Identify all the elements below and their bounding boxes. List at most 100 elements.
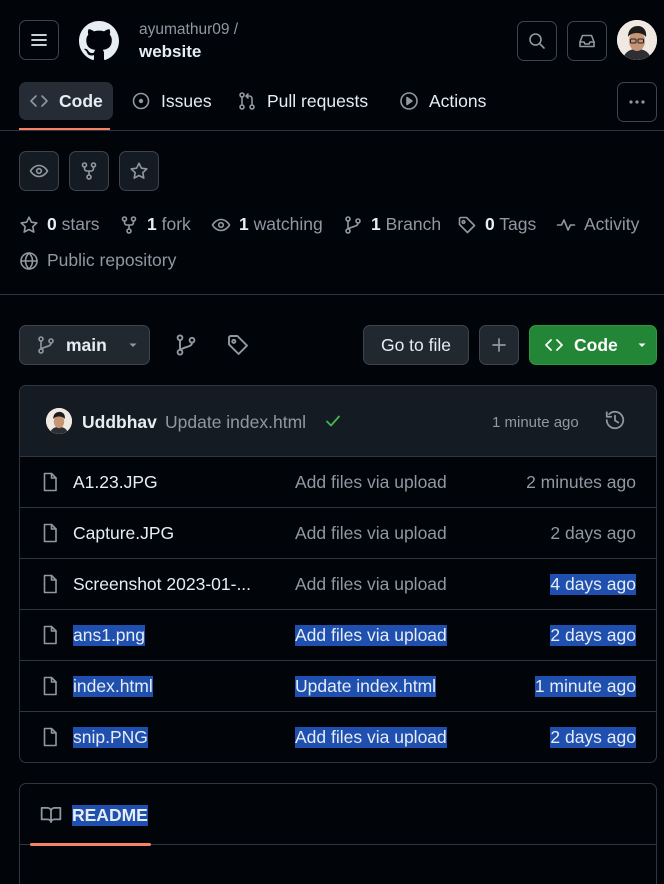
tab-pull-requests-label: Pull requests <box>267 90 369 111</box>
check-icon[interactable] <box>324 412 342 430</box>
fork-icon <box>81 162 97 180</box>
stars-stat[interactable]: 0 stars <box>19 214 100 235</box>
file-name[interactable]: snip.PNG <box>73 727 148 748</box>
file-name[interactable]: Screenshot 2023-01-... <box>73 574 251 595</box>
file-commit-time[interactable]: 4 days ago <box>550 574 636 595</box>
file-commit-message[interactable]: Add files via upload <box>295 472 447 493</box>
repo-header: ayumathur09 / website Code Issues Pull r… <box>0 0 664 131</box>
tags-link[interactable] <box>226 333 250 357</box>
file-commit-message[interactable]: Update index.html <box>295 676 437 697</box>
code-dropdown-button[interactable]: Code <box>529 325 657 365</box>
file-row[interactable]: Capture.JPG Add files via upload 2 days ag… <box>20 508 656 559</box>
forks-stat[interactable]: 1 fork <box>119 214 191 235</box>
file-commit-time[interactable]: 1 minute ago <box>534 676 636 697</box>
branch-select-button[interactable]: main <box>19 325 150 365</box>
file-name[interactable]: A1.23.JPG <box>73 472 158 493</box>
file-commit-message[interactable]: Add files via upload <box>295 625 447 646</box>
book-icon <box>40 806 62 824</box>
readme-tab-label: README <box>72 804 148 826</box>
stars-count: 0 <box>47 214 57 234</box>
history-button[interactable] <box>604 409 626 431</box>
github-logo-icon[interactable] <box>79 21 119 61</box>
history-icon <box>605 410 625 430</box>
file-commit-message[interactable]: Add files via upload <box>295 727 447 748</box>
activity-link[interactable]: Activity <box>556 214 639 235</box>
menu-button[interactable] <box>19 20 59 60</box>
chevron-down-icon <box>129 343 137 347</box>
section-divider <box>0 294 664 295</box>
hamburger-icon <box>31 34 47 46</box>
commit-message[interactable]: Update index.html <box>165 412 306 433</box>
commit-author[interactable]: Uddbhav <box>82 412 157 433</box>
fork-button[interactable] <box>69 151 109 191</box>
file-row[interactable]: index.html Update index.html 1 minute ago <box>20 661 656 712</box>
file-row[interactable]: ans1.png Add files via upload 2 days ago <box>20 610 656 661</box>
tag-icon <box>228 335 248 355</box>
go-to-file-button[interactable]: Go to file <box>363 325 469 365</box>
repo-owner-link[interactable]: ayumathur09 / <box>139 21 238 39</box>
file-commit-time[interactable]: 2 days ago <box>550 727 636 748</box>
branch-count: 1 <box>371 214 381 234</box>
file-name[interactable]: index.html <box>73 676 153 697</box>
repo-nav-tabs: Code Issues Pull requests Actions <box>0 82 664 130</box>
chevron-down-icon <box>638 343 646 347</box>
tab-pull-requests[interactable]: Pull requests <box>227 82 378 120</box>
readme-tab-underline <box>30 843 151 846</box>
file-icon <box>40 574 60 594</box>
forks-count: 1 <box>147 214 157 234</box>
branch-icon <box>38 336 54 354</box>
tab-issues-label: Issues <box>161 90 212 111</box>
tab-code[interactable]: Code <box>19 82 113 120</box>
pull-request-icon <box>239 92 255 110</box>
file-row[interactable]: A1.23.JPG Add files via upload 2 minutes a… <box>20 457 656 508</box>
file-row[interactable]: Screenshot 2023-01-... Add files via uplo… <box>20 559 656 610</box>
code-icon <box>30 95 48 107</box>
file-commit-time[interactable]: 2 days ago <box>550 625 636 646</box>
branches-stat[interactable]: 1 Branch <box>343 214 441 235</box>
branch-label: Branch <box>385 214 442 234</box>
inbox-icon <box>579 34 595 48</box>
file-icon <box>40 727 60 747</box>
stars-label: stars <box>61 214 100 234</box>
visibility-stat: Public repository <box>19 250 176 271</box>
readme-tab[interactable]: README <box>40 804 148 826</box>
search-button[interactable] <box>517 21 557 61</box>
file-icon <box>40 676 60 696</box>
branches-link[interactable] <box>174 333 198 357</box>
file-commit-time[interactable]: 2 minutes ago <box>526 472 636 493</box>
file-name[interactable]: Capture.JPG <box>73 523 174 544</box>
issue-icon <box>132 92 150 110</box>
code-icon <box>545 339 563 351</box>
tag-icon <box>458 216 476 233</box>
file-commit-message[interactable]: Add files via upload <box>295 574 447 595</box>
repo-name-link[interactable]: website <box>139 42 201 62</box>
forks-label: fork <box>161 214 191 234</box>
file-icon <box>40 523 60 543</box>
watch-button[interactable] <box>19 151 59 191</box>
file-commit-message[interactable]: Add files via upload <box>295 523 447 544</box>
tab-actions[interactable]: Actions <box>389 82 496 120</box>
eye-icon <box>211 218 231 231</box>
file-commit-time[interactable]: 2 days ago <box>550 523 636 544</box>
star-button[interactable] <box>119 151 159 191</box>
user-avatar[interactable] <box>617 20 657 60</box>
file-row[interactable]: snip.PNG Add files via upload 2 days ago <box>20 712 656 762</box>
commit-time[interactable]: 1 minute ago <box>492 414 579 431</box>
plus-icon <box>492 338 506 352</box>
tags-count: 0 <box>485 214 495 234</box>
inbox-button[interactable] <box>567 21 607 61</box>
add-file-button[interactable] <box>479 325 519 365</box>
more-tabs-button[interactable] <box>617 82 657 122</box>
tags-stat[interactable]: 0 Tags <box>457 214 536 235</box>
tab-issues[interactable]: Issues <box>121 82 222 120</box>
tab-code-label: Code <box>59 90 103 111</box>
play-icon <box>400 92 418 110</box>
commit-author-avatar[interactable] <box>46 408 72 434</box>
active-tab-underline <box>19 128 110 130</box>
file-name[interactable]: ans1.png <box>73 625 146 646</box>
watching-stat[interactable]: 1 watching <box>211 214 323 235</box>
branch-icon <box>176 334 196 356</box>
fork-icon <box>121 215 137 234</box>
branch-name: main <box>66 334 107 355</box>
tab-actions-label: Actions <box>429 90 487 111</box>
